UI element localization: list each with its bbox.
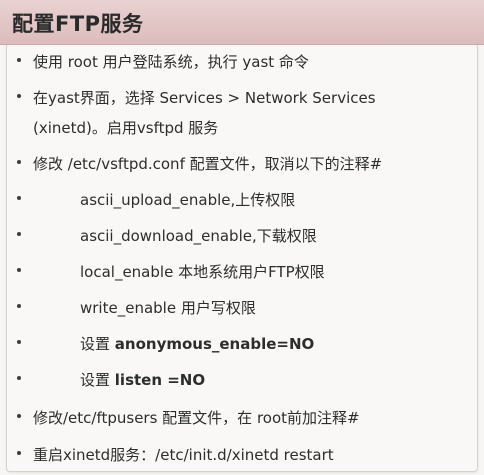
list-item-text: 设置 listen =NO — [80, 369, 205, 390]
list-item: 设置 anonymous_enable=NO — [0, 328, 484, 358]
text-segment: 修改 /etc/vsftpd.conf 配置文件，取消以下的注释# — [33, 155, 383, 173]
list-item-text: 修改/etc/ftpusers 配置文件，在 root前加注释# — [33, 407, 360, 428]
bullet-point-icon — [17, 414, 21, 418]
list-item-text: 使用 root 用户登陆系统，执行 yast 命令 — [33, 51, 309, 72]
list-item-text: (xinetd)。启用vsftpd 服务 — [33, 117, 218, 138]
list-item: local_enable 本地系统用户FTP权限 — [0, 256, 484, 286]
list-item-text: 重启xinetd服务：/etc/init.d/xinetd restart — [33, 444, 334, 465]
list-item: write_enable 用户写权限 — [0, 292, 484, 322]
bullet-list: 使用 root 用户登陆系统，执行 yast 命令在yast界面，选择 Serv… — [0, 0, 484, 475]
bold-text: listen =NO — [114, 371, 206, 389]
list-item-text: local_enable 本地系统用户FTP权限 — [80, 261, 325, 282]
bold-text: anonymous_enable=NO — [114, 335, 315, 353]
text-segment: 使用 root 用户登陆系统，执行 yast 命令 — [33, 53, 309, 71]
text-segment: (xinetd)。启用vsftpd 服务 — [33, 119, 219, 137]
list-item: 在yast界面，选择 Services > Network Services — [0, 82, 484, 112]
bullet-point-icon — [17, 451, 21, 455]
bullet-point-icon — [17, 376, 21, 380]
bullet-point-icon — [17, 268, 21, 272]
list-item: ascii_upload_enable,上传权限 — [0, 184, 484, 214]
text-segment: ascii_download_enable,下载权限 — [80, 227, 317, 245]
text-segment: 修改/etc/ftpusers 配置文件，在 root前加注释# — [33, 409, 360, 427]
text-segment: 设置 — [80, 371, 115, 389]
list-item-text: 在yast界面，选择 Services > Network Services — [33, 87, 376, 108]
list-item-text: 修改 /etc/vsftpd.conf 配置文件，取消以下的注释# — [33, 153, 382, 174]
text-segment: ascii_upload_enable,上传权限 — [80, 191, 296, 209]
text-segment: 在yast界面，选择 Services > Network Services — [33, 89, 376, 107]
text-segment: local_enable 本地系统用户FTP权限 — [80, 263, 325, 281]
list-item: 重启xinetd服务：/etc/init.d/xinetd restart — [0, 439, 484, 469]
list-item-text: ascii_download_enable,下载权限 — [80, 225, 317, 246]
bullet-point-icon — [17, 304, 21, 308]
list-item: 修改 /etc/vsftpd.conf 配置文件，取消以下的注释# — [0, 148, 484, 178]
text-segment: 重启xinetd服务：/etc/init.d/xinetd restart — [33, 446, 334, 464]
list-item-text: ascii_upload_enable,上传权限 — [80, 189, 295, 210]
list-item: (xinetd)。启用vsftpd 服务 — [0, 112, 484, 142]
text-segment: write_enable 用户写权限 — [80, 299, 256, 317]
text-segment: 设置 — [80, 335, 115, 353]
slide: 配置FTP服务 使用 root 用户登陆系统，执行 yast 命令 在yast界面… — [0, 0, 484, 475]
bullet-point-icon — [17, 58, 21, 62]
bullet-point-icon — [17, 340, 21, 344]
bullet-point-icon — [17, 232, 21, 236]
list-item-text: 设置 anonymous_enable=NO — [80, 333, 314, 354]
bullet-point-icon — [17, 196, 21, 200]
bullet-point-icon — [17, 94, 21, 98]
list-item: 使用 root 用户登陆系统，执行 yast 命令 — [0, 46, 484, 76]
list-item: 设置 listen =NO — [0, 364, 484, 394]
list-item-text: write_enable 用户写权限 — [80, 297, 256, 318]
list-item: ascii_download_enable,下载权限 — [0, 220, 484, 250]
bullet-point-icon — [17, 160, 21, 164]
list-item: 修改/etc/ftpusers 配置文件，在 root前加注释# — [0, 402, 484, 432]
